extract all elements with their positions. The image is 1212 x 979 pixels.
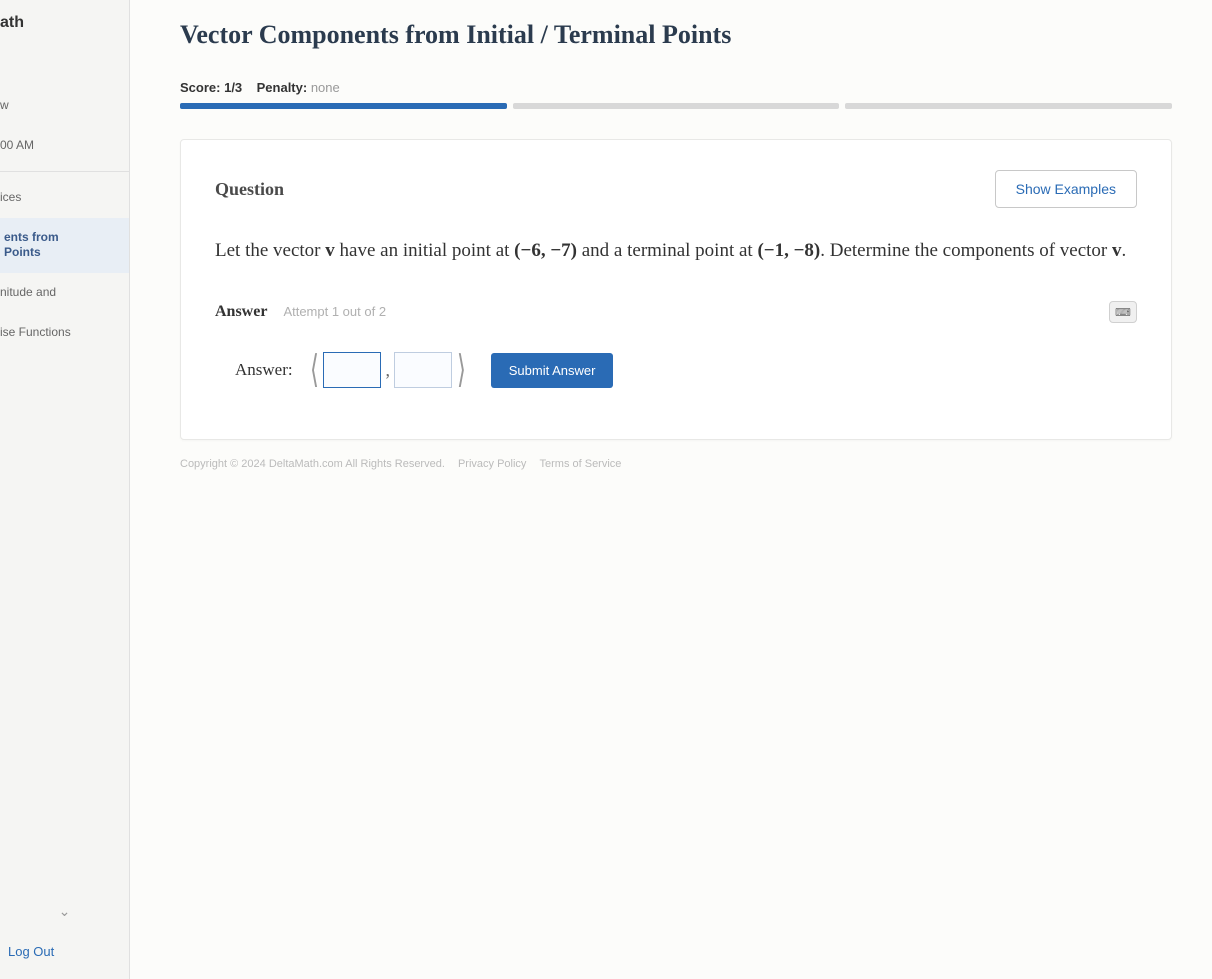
copyright: Copyright © 2024 DeltaMath.com All Right… — [180, 458, 445, 470]
score-section: Score: 1/3 Penalty: none — [180, 80, 1172, 109]
vector-input-wrap: ⟨ , ⟩ — [307, 351, 469, 389]
chevron-down-icon[interactable]: ⌄ — [0, 893, 129, 930]
footer: Copyright © 2024 DeltaMath.com All Right… — [180, 458, 1172, 470]
sidebar-item-functions[interactable]: ise Functions — [0, 313, 129, 353]
q-end: . — [1122, 240, 1127, 261]
penalty-value: none — [311, 80, 340, 95]
q-mid3: . Determine the components of vector — [820, 240, 1112, 261]
score-line: Score: 1/3 Penalty: none — [180, 80, 1172, 95]
main-content: Vector Components from Initial / Termina… — [130, 0, 1212, 979]
attempt-text: Attempt 1 out of 2 — [283, 304, 386, 319]
score-label: Score: — [180, 80, 220, 95]
show-examples-button[interactable]: Show Examples — [995, 170, 1137, 208]
score-value: 1/3 — [224, 80, 242, 95]
submit-answer-button[interactable]: Submit Answer — [491, 353, 614, 388]
answer-input-row: Answer: ⟨ , ⟩ Submit Answer — [215, 351, 1137, 389]
left-angle-bracket-icon: ⟨ — [310, 351, 319, 389]
keyboard-icon[interactable]: ⌨ — [1109, 301, 1137, 323]
card-header: Question Show Examples — [215, 170, 1137, 208]
comma: , — [385, 360, 390, 381]
q-pre: Let the vector — [215, 240, 325, 261]
vector-x-input[interactable] — [323, 352, 381, 388]
divider — [0, 171, 129, 172]
question-text: Let the vector v have an initial point a… — [215, 236, 1137, 265]
brand: ath — [0, 0, 129, 38]
terms-link[interactable]: Terms of Service — [540, 458, 622, 470]
progress-seg-3 — [845, 103, 1172, 109]
right-angle-bracket-icon: ⟩ — [457, 351, 466, 389]
answer-label: Answer — [215, 303, 267, 320]
sidebar-item-ices[interactable]: ices — [0, 178, 129, 218]
q-pt1: (−6, −7) — [514, 240, 577, 261]
q-mid1: have an initial point at — [335, 240, 514, 261]
sidebar-item-magnitude[interactable]: nitude and — [0, 273, 129, 313]
vector-y-input[interactable] — [394, 352, 452, 388]
q-pt2: (−1, −8) — [757, 240, 820, 261]
q-v2: v — [1112, 240, 1122, 261]
answer-header-row: Answer Attempt 1 out of 2 ⌨ — [215, 301, 1137, 323]
sidebar: ath w 00 AM ices ents from Points nitude… — [0, 0, 130, 979]
penalty-label: Penalty: — [257, 80, 308, 95]
progress-bar — [180, 103, 1172, 109]
sidebar-item-components[interactable]: ents from Points — [0, 218, 129, 273]
progress-seg-1 — [180, 103, 507, 109]
sidebar-item-w[interactable]: w — [0, 38, 129, 126]
q-mid2: and a terminal point at — [577, 240, 757, 261]
page-title: Vector Components from Initial / Termina… — [180, 20, 1172, 50]
logout-link[interactable]: Log Out — [0, 930, 129, 979]
question-heading: Question — [215, 179, 284, 200]
sidebar-item-time[interactable]: 00 AM — [0, 126, 129, 166]
question-card: Question Show Examples Let the vector v … — [180, 139, 1172, 440]
answer-label-2: Answer: — [235, 360, 293, 380]
privacy-link[interactable]: Privacy Policy — [458, 458, 526, 470]
q-v1: v — [325, 240, 335, 261]
progress-seg-2 — [513, 103, 840, 109]
